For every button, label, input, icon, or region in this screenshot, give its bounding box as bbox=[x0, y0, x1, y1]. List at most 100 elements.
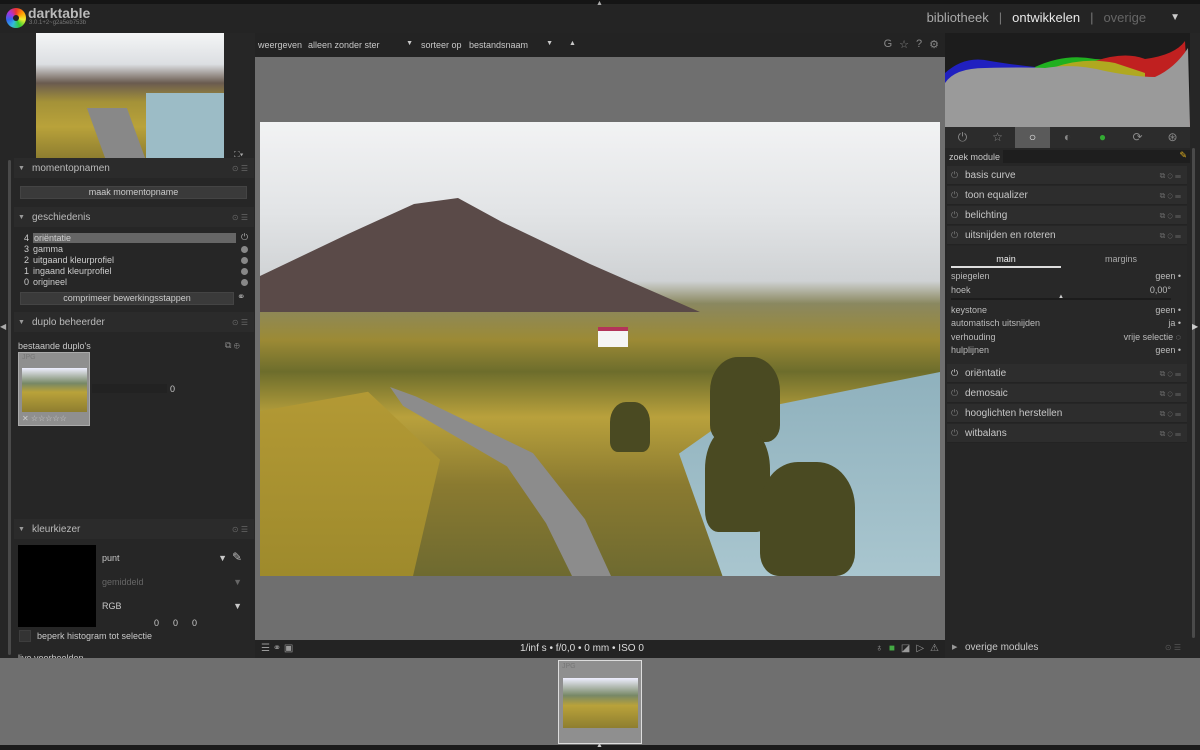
param-auto-crop[interactable]: automatisch uitsnijden ja • bbox=[951, 318, 1181, 330]
module-uitsnijden[interactable]: ⏻ uitsnijden en roteren ⧉ ⊙ ☰ bbox=[947, 226, 1187, 245]
tab-active-modules[interactable]: ⏻ bbox=[945, 127, 980, 148]
param-hoek[interactable]: hoek 0,00° bbox=[951, 285, 1181, 297]
power-icon[interactable]: ⏻ bbox=[951, 424, 958, 443]
tab-effect[interactable]: ⊛ bbox=[1155, 127, 1190, 148]
color-picker-icon[interactable]: ✎ bbox=[232, 550, 242, 564]
tab-basic[interactable]: ○ bbox=[1015, 127, 1050, 148]
filmstrip-thumbnail[interactable]: JPG bbox=[558, 660, 642, 744]
power-icon[interactable]: ⏻ bbox=[951, 166, 958, 185]
history-item[interactable]: 2 uitgaand kleurprofiel bbox=[24, 255, 248, 266]
clear-search-icon[interactable]: ✎ bbox=[1179, 150, 1187, 161]
tab-favorites[interactable]: ☆ bbox=[980, 127, 1015, 148]
collapse-top-icon[interactable]: ▲ bbox=[596, 0, 603, 7]
module-actions-icon[interactable]: ⧉ ⊙ ☰ bbox=[1160, 364, 1181, 383]
views-dropdown-icon[interactable]: ▼ bbox=[1170, 12, 1180, 23]
power-icon[interactable]: ⏻ bbox=[951, 226, 958, 245]
sort-order-icon[interactable]: ▲ bbox=[569, 40, 576, 47]
module-witbalans[interactable]: ⏻ witbalans ⧉ ⊙ ☰ bbox=[947, 424, 1187, 443]
tab-main[interactable]: main bbox=[951, 254, 1061, 268]
compress-history-button[interactable]: comprimeer bewerkingsstappen bbox=[20, 292, 234, 305]
reset-icon[interactable]: ⊙ ☰ bbox=[232, 164, 248, 173]
power-icon[interactable]: ⏻ bbox=[951, 404, 958, 423]
restrict-histogram-checkbox[interactable] bbox=[19, 630, 31, 642]
module-actions-icon[interactable]: ⧉ ⊙ ☰ bbox=[1160, 166, 1181, 185]
overlays-star-icon[interactable]: ☆ bbox=[899, 38, 909, 51]
param-spiegelen[interactable]: spiegelen geen • bbox=[951, 271, 1181, 283]
picker-mode-select[interactable]: punt ▼ bbox=[102, 553, 227, 563]
histogram[interactable] bbox=[945, 33, 1190, 127]
angle-slider[interactable]: ▲ bbox=[951, 294, 1171, 300]
module-hooglichten[interactable]: ⏻ hooglichten herstellen ⧉ ⊙ ☰ bbox=[947, 404, 1187, 423]
left-scrollbar[interactable] bbox=[8, 160, 11, 655]
module-actions-icon[interactable]: ⧉ ⊙ ☰ bbox=[1160, 384, 1181, 403]
tab-correct[interactable]: ⟳ bbox=[1120, 127, 1155, 148]
duplicate-icons[interactable]: ⧉ ⊕ bbox=[225, 340, 240, 351]
view-separator: | bbox=[1090, 10, 1094, 25]
module-belichting[interactable]: ⏻ belichting ⧉ ⊙ ☰ bbox=[947, 206, 1187, 225]
main-image[interactable] bbox=[260, 122, 940, 576]
view-bibliotheek[interactable]: bibliotheek bbox=[927, 10, 989, 25]
more-modules[interactable]: ▶ overige modules ⊙ ☰ bbox=[947, 640, 1187, 658]
history-label: origineel bbox=[33, 277, 68, 287]
power-icon[interactable]: ⏻ bbox=[951, 186, 958, 205]
module-header-geschiedenis[interactable]: ▼ geschiedenis ⊙ ☰ bbox=[14, 207, 254, 227]
history-item[interactable]: 3 gamma bbox=[24, 244, 248, 255]
picker-stat-select[interactable]: gemiddeld ▼ bbox=[102, 577, 242, 587]
reset-icon[interactable]: ⊙ ☰ bbox=[232, 213, 248, 222]
search-module-input[interactable]: ✎ bbox=[1003, 150, 1190, 163]
collapse-left-icon[interactable]: ◀ bbox=[0, 322, 6, 331]
color-space-select[interactable]: RGB ▼ bbox=[102, 601, 242, 611]
param-verhouding[interactable]: verhouding vrije selectie ◌ bbox=[951, 332, 1181, 344]
navigation-preview[interactable] bbox=[36, 33, 224, 158]
module-header-kleurkiezer[interactable]: ▼ kleurkiezer ⊙ ☰ bbox=[14, 519, 254, 539]
slider-marker[interactable]: ▲ bbox=[1058, 294, 1064, 300]
param-hulplijnen[interactable]: hulplijnen geen • bbox=[951, 345, 1181, 357]
power-on-icon[interactable]: ⏻ bbox=[951, 364, 958, 383]
module-header-duplo[interactable]: ▼ duplo beheerder ⊙ ☰ bbox=[14, 312, 254, 332]
reset-icon[interactable]: ⊙ ☰ bbox=[232, 525, 248, 534]
app-name: darktable bbox=[28, 5, 91, 21]
reset-icon[interactable]: ⊙ ☰ bbox=[232, 318, 248, 327]
module-actions-icon[interactable]: ⧉ ⊙ ☰ bbox=[1160, 186, 1181, 205]
module-actions-icon[interactable]: ⧉ ⊙ ☰ bbox=[1160, 404, 1181, 423]
info-bar-left-icons[interactable]: ☰ ⚭ ▣ bbox=[261, 643, 293, 654]
grouping-icon[interactable]: G bbox=[884, 38, 893, 51]
param-keystone[interactable]: keystone geen • bbox=[951, 305, 1181, 317]
take-snapshot-button[interactable]: maak momentopname bbox=[20, 186, 247, 199]
module-actions-icon[interactable]: ⧉ ⊙ ☰ bbox=[1160, 226, 1181, 245]
history-item[interactable]: 4 oriëntatie ⏻ bbox=[24, 232, 248, 244]
color-assessment-icon[interactable]: ■ bbox=[889, 643, 895, 654]
history-item[interactable]: 0 origineel bbox=[24, 277, 248, 288]
softproof-icon[interactable]: ▷ bbox=[916, 643, 924, 654]
overexposed-icon[interactable]: ◪ bbox=[901, 643, 910, 654]
view-ontwikkelen[interactable]: ontwikkelen bbox=[1012, 10, 1080, 25]
module-demosaic[interactable]: ⏻ demosaic ⧉ ⊙ ☰ bbox=[947, 384, 1187, 403]
tab-tone[interactable]: ◐ bbox=[1050, 127, 1085, 148]
help-icon[interactable]: ? bbox=[916, 38, 922, 51]
collapse-bottom-icon[interactable]: ▲ bbox=[596, 742, 603, 749]
star-rating[interactable]: ✕ ☆☆☆☆☆ bbox=[22, 414, 67, 423]
module-actions-icon[interactable]: ⧉ ⊙ ☰ bbox=[1160, 206, 1181, 225]
history-item[interactable]: 1 ingaand kleurprofiel bbox=[24, 266, 248, 277]
sort-select[interactable]: bestandsnaam ▼ bbox=[469, 40, 553, 50]
module-label: toon equalizer bbox=[965, 190, 1028, 201]
module-orientatie[interactable]: ⏻ oriëntatie ⧉ ⊙ ☰ bbox=[947, 364, 1187, 383]
power-icon[interactable]: ⏻ bbox=[951, 384, 958, 403]
module-toon-equalizer[interactable]: ⏻ toon equalizer ⧉ ⊙ ☰ bbox=[947, 186, 1187, 205]
right-scrollbar[interactable] bbox=[1192, 148, 1195, 638]
tab-color[interactable]: ● bbox=[1085, 127, 1120, 148]
focus-peaking-icon[interactable]: ♁ bbox=[875, 643, 883, 654]
gamut-icon[interactable]: ⚠ bbox=[930, 643, 939, 654]
module-header-momentopnamen[interactable]: ▼ momentopnamen ⊙ ☰ bbox=[14, 158, 254, 178]
create-style-icon[interactable]: ⚭ bbox=[237, 292, 245, 303]
reset-icon[interactable]: ⊙ ☰ bbox=[1165, 640, 1181, 656]
show-filter-select[interactable]: alleen zonder ster ▼ bbox=[308, 40, 413, 50]
collapse-right-icon[interactable]: ▶ bbox=[1192, 322, 1198, 331]
power-icon[interactable]: ⏻ bbox=[951, 206, 958, 225]
module-actions-icon[interactable]: ⧉ ⊙ ☰ bbox=[1160, 424, 1181, 443]
view-overige[interactable]: overige bbox=[1103, 10, 1146, 25]
duplicate-thumbnail[interactable]: JPG ✕ ☆☆☆☆☆ bbox=[18, 352, 90, 426]
tab-margins[interactable]: margins bbox=[1066, 254, 1176, 264]
module-basis-curve[interactable]: ⏻ basis curve ⧉ ⊙ ☰ bbox=[947, 166, 1187, 185]
preferences-gear-icon[interactable]: ⚙ bbox=[929, 38, 939, 51]
